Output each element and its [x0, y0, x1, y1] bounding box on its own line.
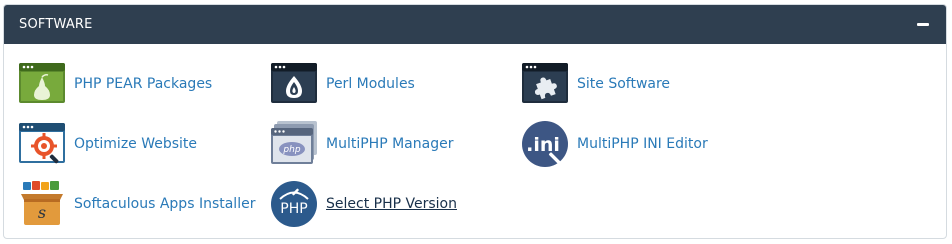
perl-onion-icon	[271, 63, 317, 103]
multiphp-manager-link[interactable]: php MultiPHP Manager	[270, 120, 453, 168]
item-label: MultiPHP Manager	[326, 136, 454, 152]
item-label: MultiPHP INI Editor	[577, 136, 708, 152]
collapse-button[interactable]	[914, 16, 932, 34]
softaculous-box-icon: s	[21, 181, 63, 225]
item-label: Softaculous Apps Installer	[74, 196, 256, 212]
svg-text:.ini: .ini	[526, 134, 560, 156]
perl-modules-link[interactable]: Perl Modules	[270, 60, 415, 108]
multiphp-ini-editor-link[interactable]: .ini MultiPHP INI Editor	[521, 120, 708, 168]
puzzle-icon	[522, 63, 568, 103]
svg-text:s: s	[38, 203, 46, 222]
site-software-link[interactable]: Site Software	[521, 60, 670, 108]
php-pear-packages-link[interactable]: PHP PEAR Packages	[18, 60, 212, 108]
panel-title: SOFTWARE	[19, 17, 93, 32]
item-label: Select PHP Version	[326, 196, 457, 212]
php-windows-icon: php	[271, 121, 317, 164]
panel-header[interactable]: SOFTWARE	[4, 5, 946, 44]
item-label: Perl Modules	[326, 76, 415, 92]
softaculous-apps-installer-link[interactable]: s Softaculous Apps Installer	[18, 180, 255, 228]
ini-editor-icon: .ini	[522, 121, 568, 167]
optimize-website-link[interactable]: Optimize Website	[18, 120, 197, 168]
svg-text:php: php	[282, 145, 300, 155]
minus-icon	[917, 23, 929, 26]
pear-icon	[19, 63, 65, 103]
php-circle-icon: PHP	[271, 181, 317, 227]
optimize-gear-icon	[19, 123, 65, 164]
item-label: Optimize Website	[74, 136, 198, 152]
svg-text:PHP: PHP	[280, 201, 307, 217]
item-label: Site Software	[577, 76, 671, 92]
software-panel: SOFTWARE PHP PEAR Packages Perl Modules …	[3, 4, 947, 239]
select-php-version-link[interactable]: PHP Select PHP Version	[270, 180, 457, 228]
item-label: PHP PEAR Packages	[74, 76, 213, 92]
